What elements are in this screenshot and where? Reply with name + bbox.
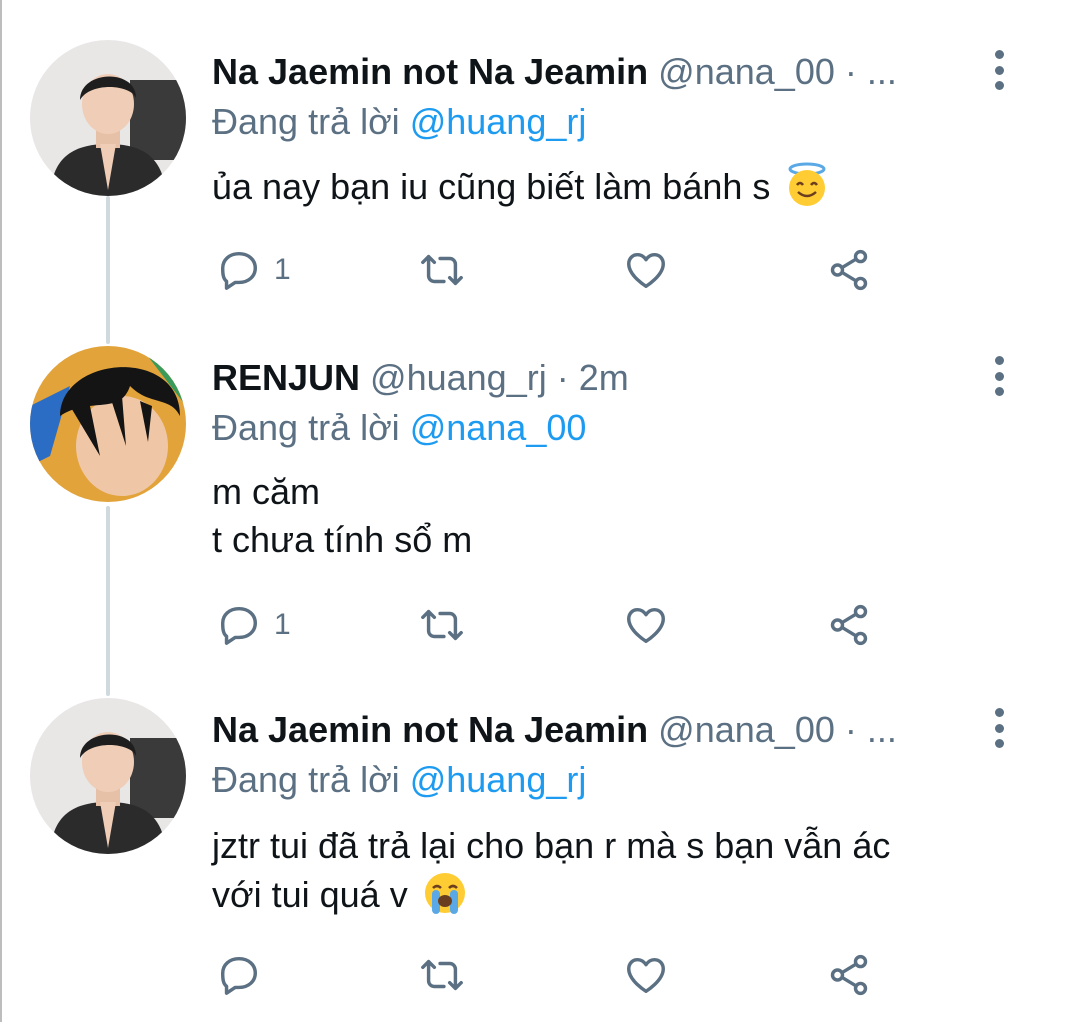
reply-button[interactable]: 1 (216, 600, 291, 650)
tweet-text-line: m căm (212, 471, 320, 512)
tweet-text-line: với tui quá v (212, 874, 408, 915)
reply-count: 1 (274, 608, 291, 641)
mention-link[interactable]: @huang_rj (410, 759, 587, 800)
retweet-icon (421, 609, 463, 641)
replying-prefix: Đang trả lời (212, 101, 410, 142)
tweet-text: ủa nay bạn iu cũng biết làm bánh s (212, 162, 830, 211)
share-icon (830, 604, 868, 646)
tweet-time: ... (866, 709, 897, 750)
heart-icon (627, 957, 665, 994)
mention-link[interactable]: @nana_00 (410, 407, 587, 448)
user-handle[interactable]: @huang_rj (370, 357, 547, 398)
share-button[interactable] (826, 245, 872, 295)
tweet-text-line: jztr tui đã trả lại cho bạn r mà s bạn v… (212, 825, 891, 866)
tweet-text: jztr tui đã trả lại cho bạn r mà s bạn v… (212, 822, 890, 919)
more-options-button[interactable] (984, 708, 1014, 748)
separator-dot: · (844, 709, 857, 750)
reply-button[interactable] (216, 950, 274, 1000)
user-handle[interactable]: @nana_00 (658, 709, 835, 750)
replying-to: Đang trả lời @nana_00 (212, 402, 586, 454)
tweet-actions: 1 (0, 245, 1080, 295)
avatar[interactable] (30, 40, 186, 196)
reply-count: 1 (274, 253, 291, 286)
tweet-header: RENJUN @huang_rj · 2m (212, 352, 1000, 404)
tweet[interactable]: Na Jaemin not Na Jeamin @nana_00 · ... Đ… (0, 40, 1080, 330)
replying-prefix: Đang trả lời (212, 407, 410, 448)
loudly-crying-face-emoji (422, 870, 468, 916)
reply-icon (220, 956, 258, 995)
tweet-header: Na Jaemin not Na Jeamin @nana_00 · ... (212, 46, 1000, 98)
tweet-time: 2m (578, 357, 629, 398)
tweet-text: m căm t chưa tính sổ m (212, 468, 472, 564)
retweet-icon (421, 959, 463, 991)
smiling-face-with-halo-emoji (784, 162, 830, 208)
display-name[interactable]: Na Jaemin not Na Jeamin (212, 709, 648, 750)
reply-icon (220, 251, 258, 290)
reply-icon (220, 606, 258, 645)
replying-to: Đang trả lời @huang_rj (212, 754, 586, 806)
reply-button[interactable]: 1 (216, 245, 291, 295)
tweet-header: Na Jaemin not Na Jeamin @nana_00 · ... (212, 704, 1000, 756)
tweet-actions (0, 950, 1080, 1000)
like-button[interactable] (622, 950, 670, 1000)
heart-icon (627, 252, 665, 289)
separator-dot: · (844, 51, 857, 92)
like-button[interactable] (622, 245, 670, 295)
tweet-time: ... (866, 51, 897, 92)
retweet-button[interactable] (414, 950, 470, 1000)
replying-to: Đang trả lời @huang_rj (212, 96, 586, 148)
tweet[interactable]: RENJUN @huang_rj · 2m Đang trả lời @nana… (0, 346, 1080, 676)
replying-prefix: Đang trả lời (212, 759, 410, 800)
user-handle[interactable]: @nana_00 (658, 51, 835, 92)
share-icon (830, 249, 868, 291)
tweet-text-line: ủa nay bạn iu cũng biết làm bánh s (212, 166, 771, 207)
mention-link[interactable]: @huang_rj (410, 101, 587, 142)
retweet-button[interactable] (414, 600, 470, 650)
tweet[interactable]: Na Jaemin not Na Jeamin @nana_00 · ... Đ… (0, 698, 1080, 1008)
retweet-icon (421, 254, 463, 286)
avatar[interactable] (30, 346, 186, 502)
more-options-button[interactable] (984, 50, 1014, 90)
avatar[interactable] (30, 698, 186, 854)
tweet-actions: 1 (0, 600, 1080, 650)
display-name[interactable]: RENJUN (212, 357, 360, 398)
tweet-text-line: t chưa tính sổ m (212, 519, 473, 560)
share-button[interactable] (826, 600, 872, 650)
more-options-button[interactable] (984, 356, 1014, 396)
like-button[interactable] (622, 600, 670, 650)
display-name[interactable]: Na Jaemin not Na Jeamin (212, 51, 648, 92)
share-button[interactable] (826, 950, 872, 1000)
heart-icon (627, 607, 665, 644)
retweet-button[interactable] (414, 245, 470, 295)
share-icon (830, 954, 868, 996)
separator-dot: · (556, 357, 569, 398)
